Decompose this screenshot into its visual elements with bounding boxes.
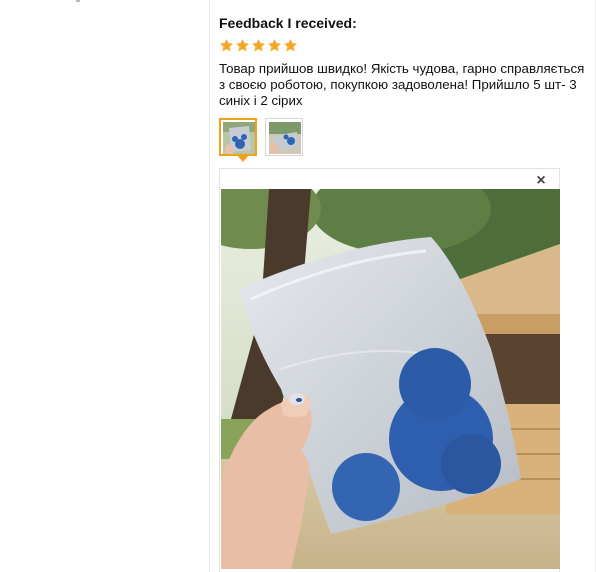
- thumbnail-1-image: [223, 122, 255, 154]
- active-thumbnail-caret: [237, 155, 249, 162]
- close-icon[interactable]: ×: [533, 173, 549, 189]
- thumbnail-1[interactable]: [219, 118, 257, 162]
- star-icon: [236, 38, 249, 52]
- star-icon: [268, 38, 281, 52]
- rating-stars: [219, 38, 589, 54]
- image-viewer: ×: [219, 168, 560, 572]
- thumbnail-2-image: [269, 122, 301, 154]
- review-thumbnails: [219, 118, 303, 162]
- left-column: [0, 0, 209, 572]
- star-icon: [284, 38, 297, 52]
- review-photo: [221, 189, 560, 569]
- review-text: Товар прийшов швидко! Якість чудова, гар…: [219, 61, 585, 108]
- feedback-section: Feedback I received: Товар прийшов швидк…: [219, 14, 589, 109]
- left-column-marker: [76, 0, 80, 2]
- thumbnail-2[interactable]: [265, 118, 303, 156]
- column-divider: [209, 0, 210, 572]
- star-icon: [252, 38, 265, 52]
- star-icon: [220, 38, 233, 52]
- feedback-title: Feedback I received:: [219, 15, 357, 31]
